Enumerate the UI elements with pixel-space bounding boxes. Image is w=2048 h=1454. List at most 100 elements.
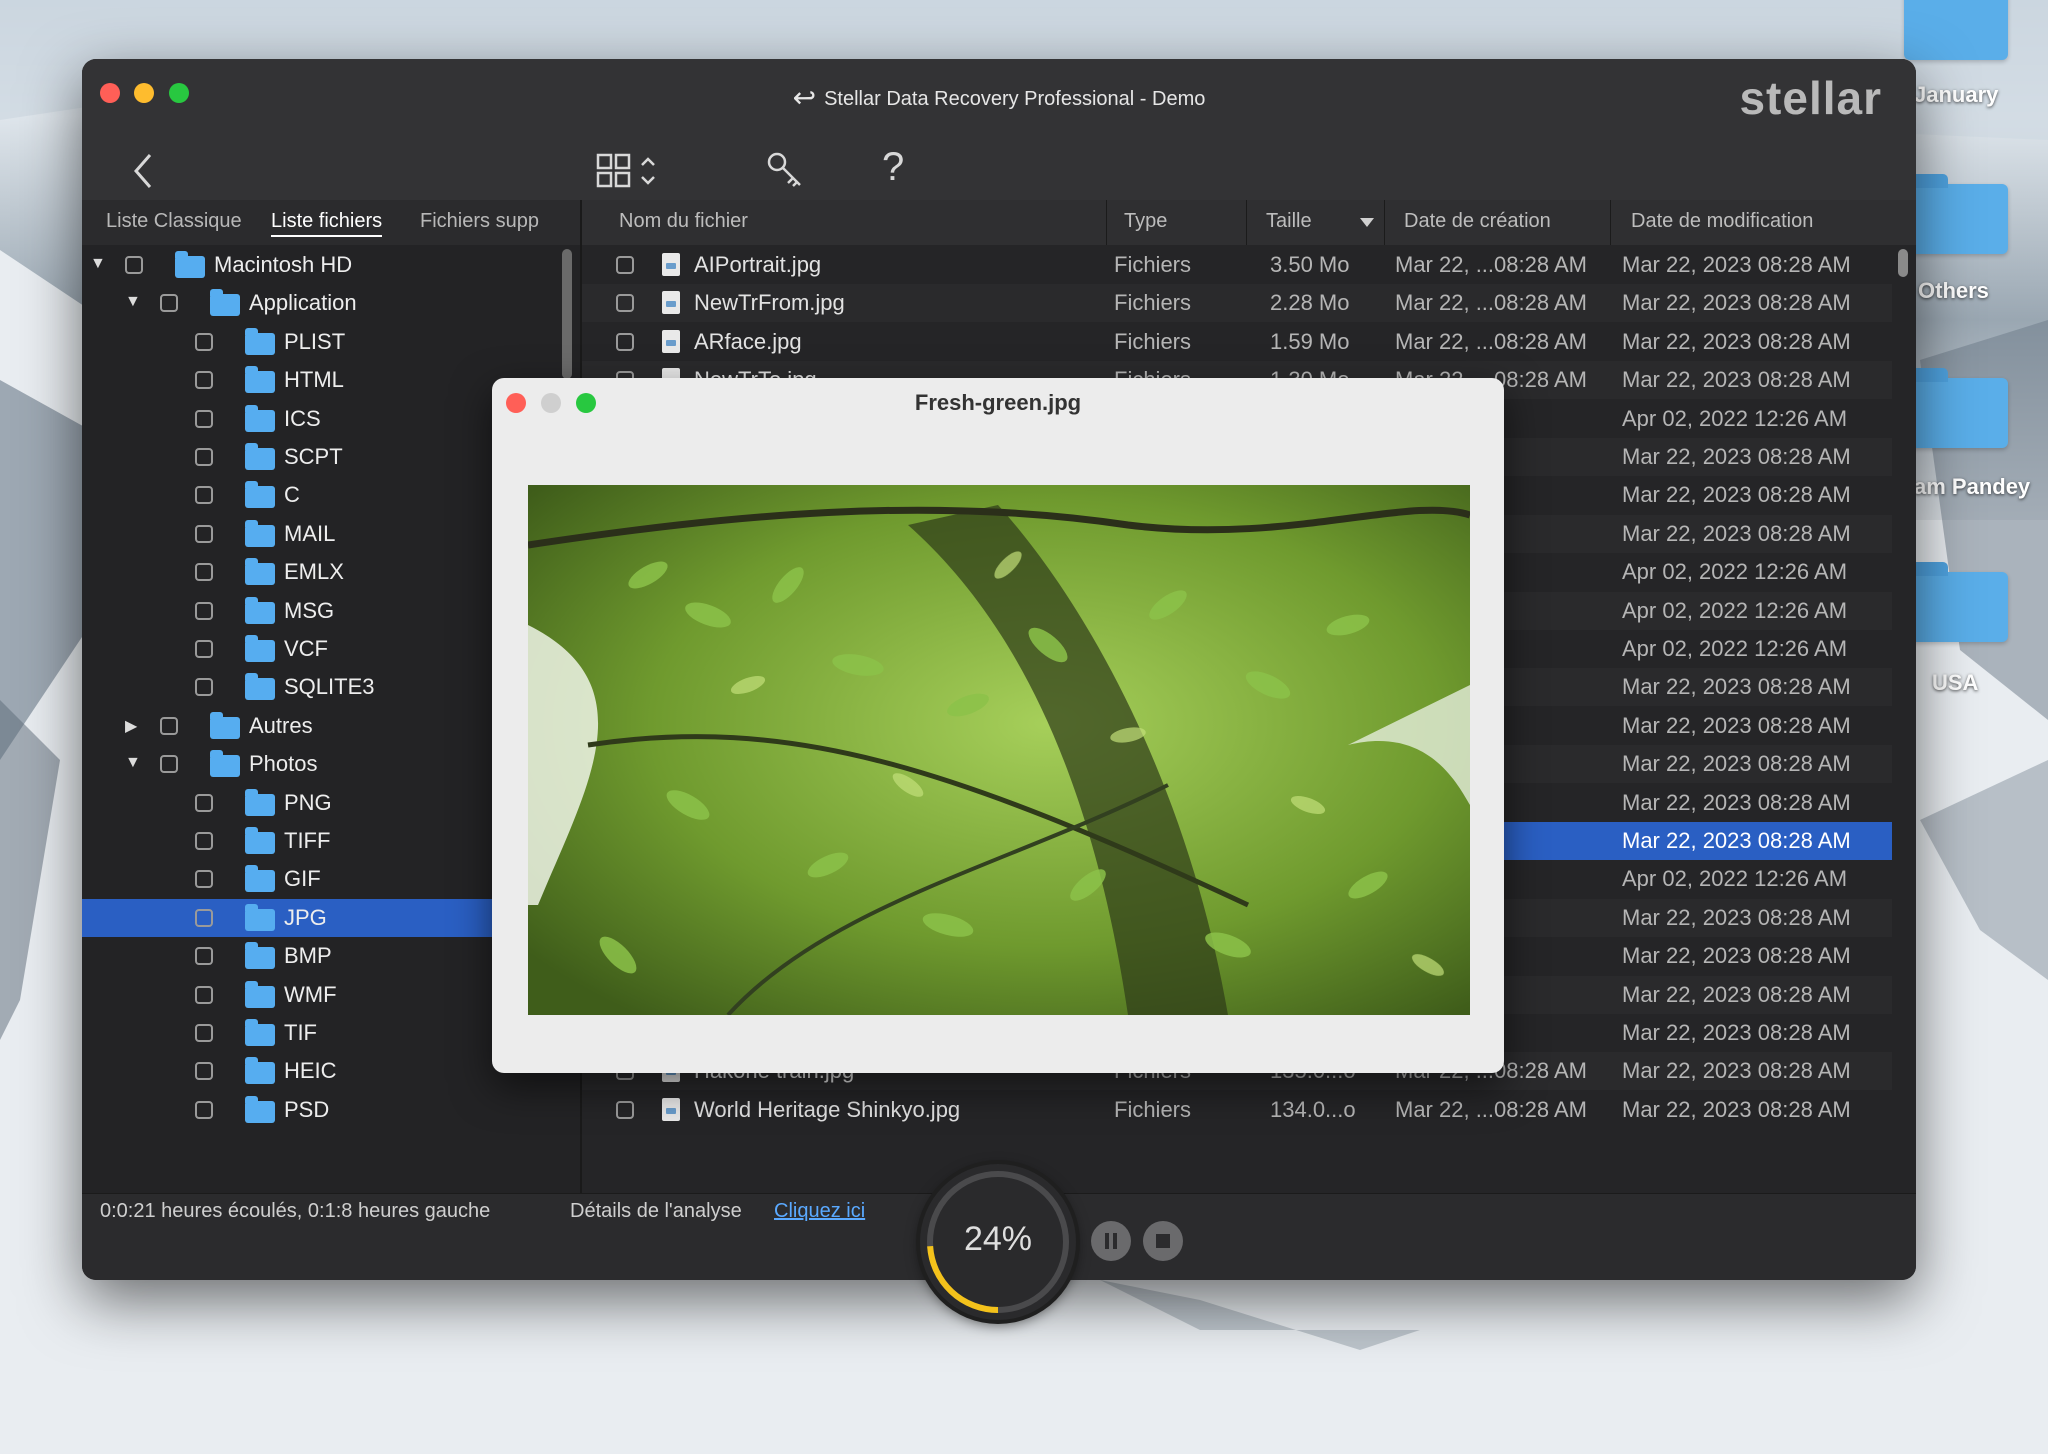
column-separator[interactable] [1106, 200, 1107, 245]
image-file-icon [662, 291, 680, 315]
tree-checkbox[interactable] [195, 640, 213, 658]
list-scrollbar[interactable] [1898, 249, 1908, 277]
folder-icon [245, 366, 275, 394]
column-separator[interactable] [1384, 200, 1385, 245]
folder-icon [245, 327, 275, 355]
tree-checkbox[interactable] [195, 832, 213, 850]
column-header-created[interactable]: Date de création [1404, 210, 1551, 233]
file-cell-modified: Mar 22, 2023 08:28 AM [1622, 943, 1851, 969]
tree-checkbox[interactable] [160, 294, 178, 313]
tab-fichiers-supp[interactable]: Fichiers supp [420, 210, 539, 233]
tree-item-label: ICS [284, 405, 321, 431]
scan-details-label: Détails de l'analyse [570, 1200, 742, 1222]
file-cell-modified: Mar 22, 2023 08:28 AM [1622, 904, 1851, 930]
folder-icon [245, 1095, 275, 1123]
stop-button[interactable] [1143, 1221, 1183, 1261]
file-row[interactable]: AIPortrait.jpg Fichiers 3.50 Mo Mar 22, ...… [582, 246, 1892, 284]
tree-checkbox[interactable] [195, 601, 213, 620]
disclosure-collapsed-icon[interactable]: ▶ [125, 716, 137, 736]
tree-item-label: WMF [284, 981, 337, 1007]
view-tabs: Liste Classique Liste fichiers Fichiers … [82, 200, 582, 245]
tree-checkbox[interactable] [195, 371, 213, 390]
column-header-type[interactable]: Type [1124, 210, 1167, 233]
tree-checkbox[interactable] [195, 409, 213, 428]
recovery-arrow-icon: ↩ [792, 82, 817, 113]
folder-icon [175, 251, 205, 278]
tab-liste-classique[interactable]: Liste Classique [106, 210, 242, 233]
tree-item-label: JPG [284, 904, 327, 930]
tree-checkbox[interactable] [195, 524, 213, 543]
tree-checkbox[interactable] [195, 332, 213, 351]
desktop-folder[interactable] [1904, 0, 2008, 60]
tree-checkbox[interactable] [195, 486, 213, 505]
tree-checkbox[interactable] [195, 1062, 213, 1081]
file-row[interactable]: NewTrFrom.jpg Fichiers 2.28 Mo Mar 22, ...0… [582, 284, 1892, 323]
desktop-folder-label[interactable]: am Pandey [1914, 474, 2030, 500]
tree-checkbox[interactable] [195, 1024, 213, 1042]
file-checkbox[interactable] [616, 294, 634, 313]
tree-item[interactable]: PSD [82, 1091, 582, 1129]
grid-view-icon[interactable] [596, 153, 666, 189]
file-cell-name: ARface.jpg [694, 328, 802, 354]
column-header-name[interactable]: Nom du fichier [619, 210, 748, 233]
tree-checkbox[interactable] [195, 793, 213, 812]
file-cell-type: Fichiers [1114, 1096, 1192, 1122]
file-cell-size: 2.28 Mo [1270, 290, 1350, 316]
key-icon[interactable] [766, 151, 806, 191]
window-title-text: Stellar Data Recovery Professional - Dem… [824, 88, 1206, 110]
sort-descending-icon[interactable] [1360, 218, 1374, 228]
tree-checkbox[interactable] [195, 563, 213, 582]
folder-icon [245, 635, 275, 662]
tree-checkbox[interactable] [160, 716, 178, 735]
tree-checkbox[interactable] [195, 908, 213, 927]
file-checkbox[interactable] [616, 256, 634, 274]
chevron-left-icon[interactable] [132, 151, 156, 191]
folder-icon [210, 711, 240, 739]
tree-item[interactable]: PLIST [82, 323, 582, 361]
file-cell-type: Fichiers [1114, 328, 1192, 354]
desktop-folder[interactable] [1904, 174, 2008, 254]
help-icon[interactable]: ? [882, 145, 904, 190]
preview-title: Fresh-green.jpg [914, 390, 1082, 415]
desktop-folder-label[interactable]: USA [1932, 670, 1978, 696]
tree-checkbox[interactable] [160, 755, 178, 774]
pause-button[interactable] [1091, 1221, 1131, 1261]
column-separator[interactable] [1246, 200, 1247, 245]
tree-checkbox[interactable] [195, 985, 213, 1004]
tab-liste-fichiers[interactable]: Liste fichiers [271, 210, 383, 237]
scan-details-link[interactable]: Cliquez ici [774, 1200, 865, 1223]
column-separator[interactable] [1610, 200, 1611, 245]
desktop-folder[interactable] [1904, 562, 2008, 642]
column-header-modified[interactable]: Date de modification [1631, 210, 1813, 233]
file-cell-modified: Mar 22, 2023 08:28 AM [1622, 674, 1851, 700]
file-cell-modified: Mar 22, 2023 08:28 AM [1622, 252, 1851, 277]
folder-icon [245, 788, 275, 816]
tree-checkbox[interactable] [195, 947, 213, 966]
column-header-size[interactable]: Taille [1266, 210, 1312, 233]
file-checkbox[interactable] [616, 332, 634, 351]
file-cell-modified: Mar 22, 2023 08:28 AM [1622, 981, 1851, 1007]
file-cell-modified: Mar 22, 2023 08:28 AM [1622, 367, 1851, 393]
tree-item[interactable]: ▼ Macintosh HD [82, 246, 582, 284]
tree-checkbox[interactable] [195, 870, 213, 889]
file-checkbox[interactable] [616, 1100, 634, 1119]
tree-checkbox[interactable] [195, 1100, 213, 1119]
tree-checkbox[interactable] [195, 678, 213, 697]
tree-item-label: GIF [284, 866, 321, 892]
disclosure-expanded-icon[interactable]: ▼ [90, 255, 106, 273]
disclosure-expanded-icon[interactable]: ▼ [125, 754, 141, 772]
tree-checkbox[interactable] [195, 448, 213, 466]
file-cell-type: Fichiers [1114, 290, 1192, 316]
tree-item-label: EMLX [284, 559, 344, 585]
file-row[interactable]: ARface.jpg Fichiers 1.59 Mo Mar 22, ...08:2… [582, 323, 1892, 361]
tree-item[interactable]: ▼ Application [82, 284, 582, 322]
desktop-folder[interactable] [1904, 368, 2008, 448]
file-cell-size: 1.59 Mo [1270, 328, 1350, 354]
desktop-folder-label[interactable]: Others [1918, 278, 1989, 304]
disclosure-expanded-icon[interactable]: ▼ [125, 293, 141, 311]
file-row[interactable]: World Heritage Shinkyo.jpg Fichiers 134.0.… [582, 1091, 1892, 1129]
tree-scrollbar[interactable] [562, 249, 572, 379]
desktop-folder-label[interactable]: January [1914, 82, 1998, 108]
stellar-logo: stellar [1739, 72, 1882, 124]
tree-checkbox[interactable] [125, 256, 143, 274]
